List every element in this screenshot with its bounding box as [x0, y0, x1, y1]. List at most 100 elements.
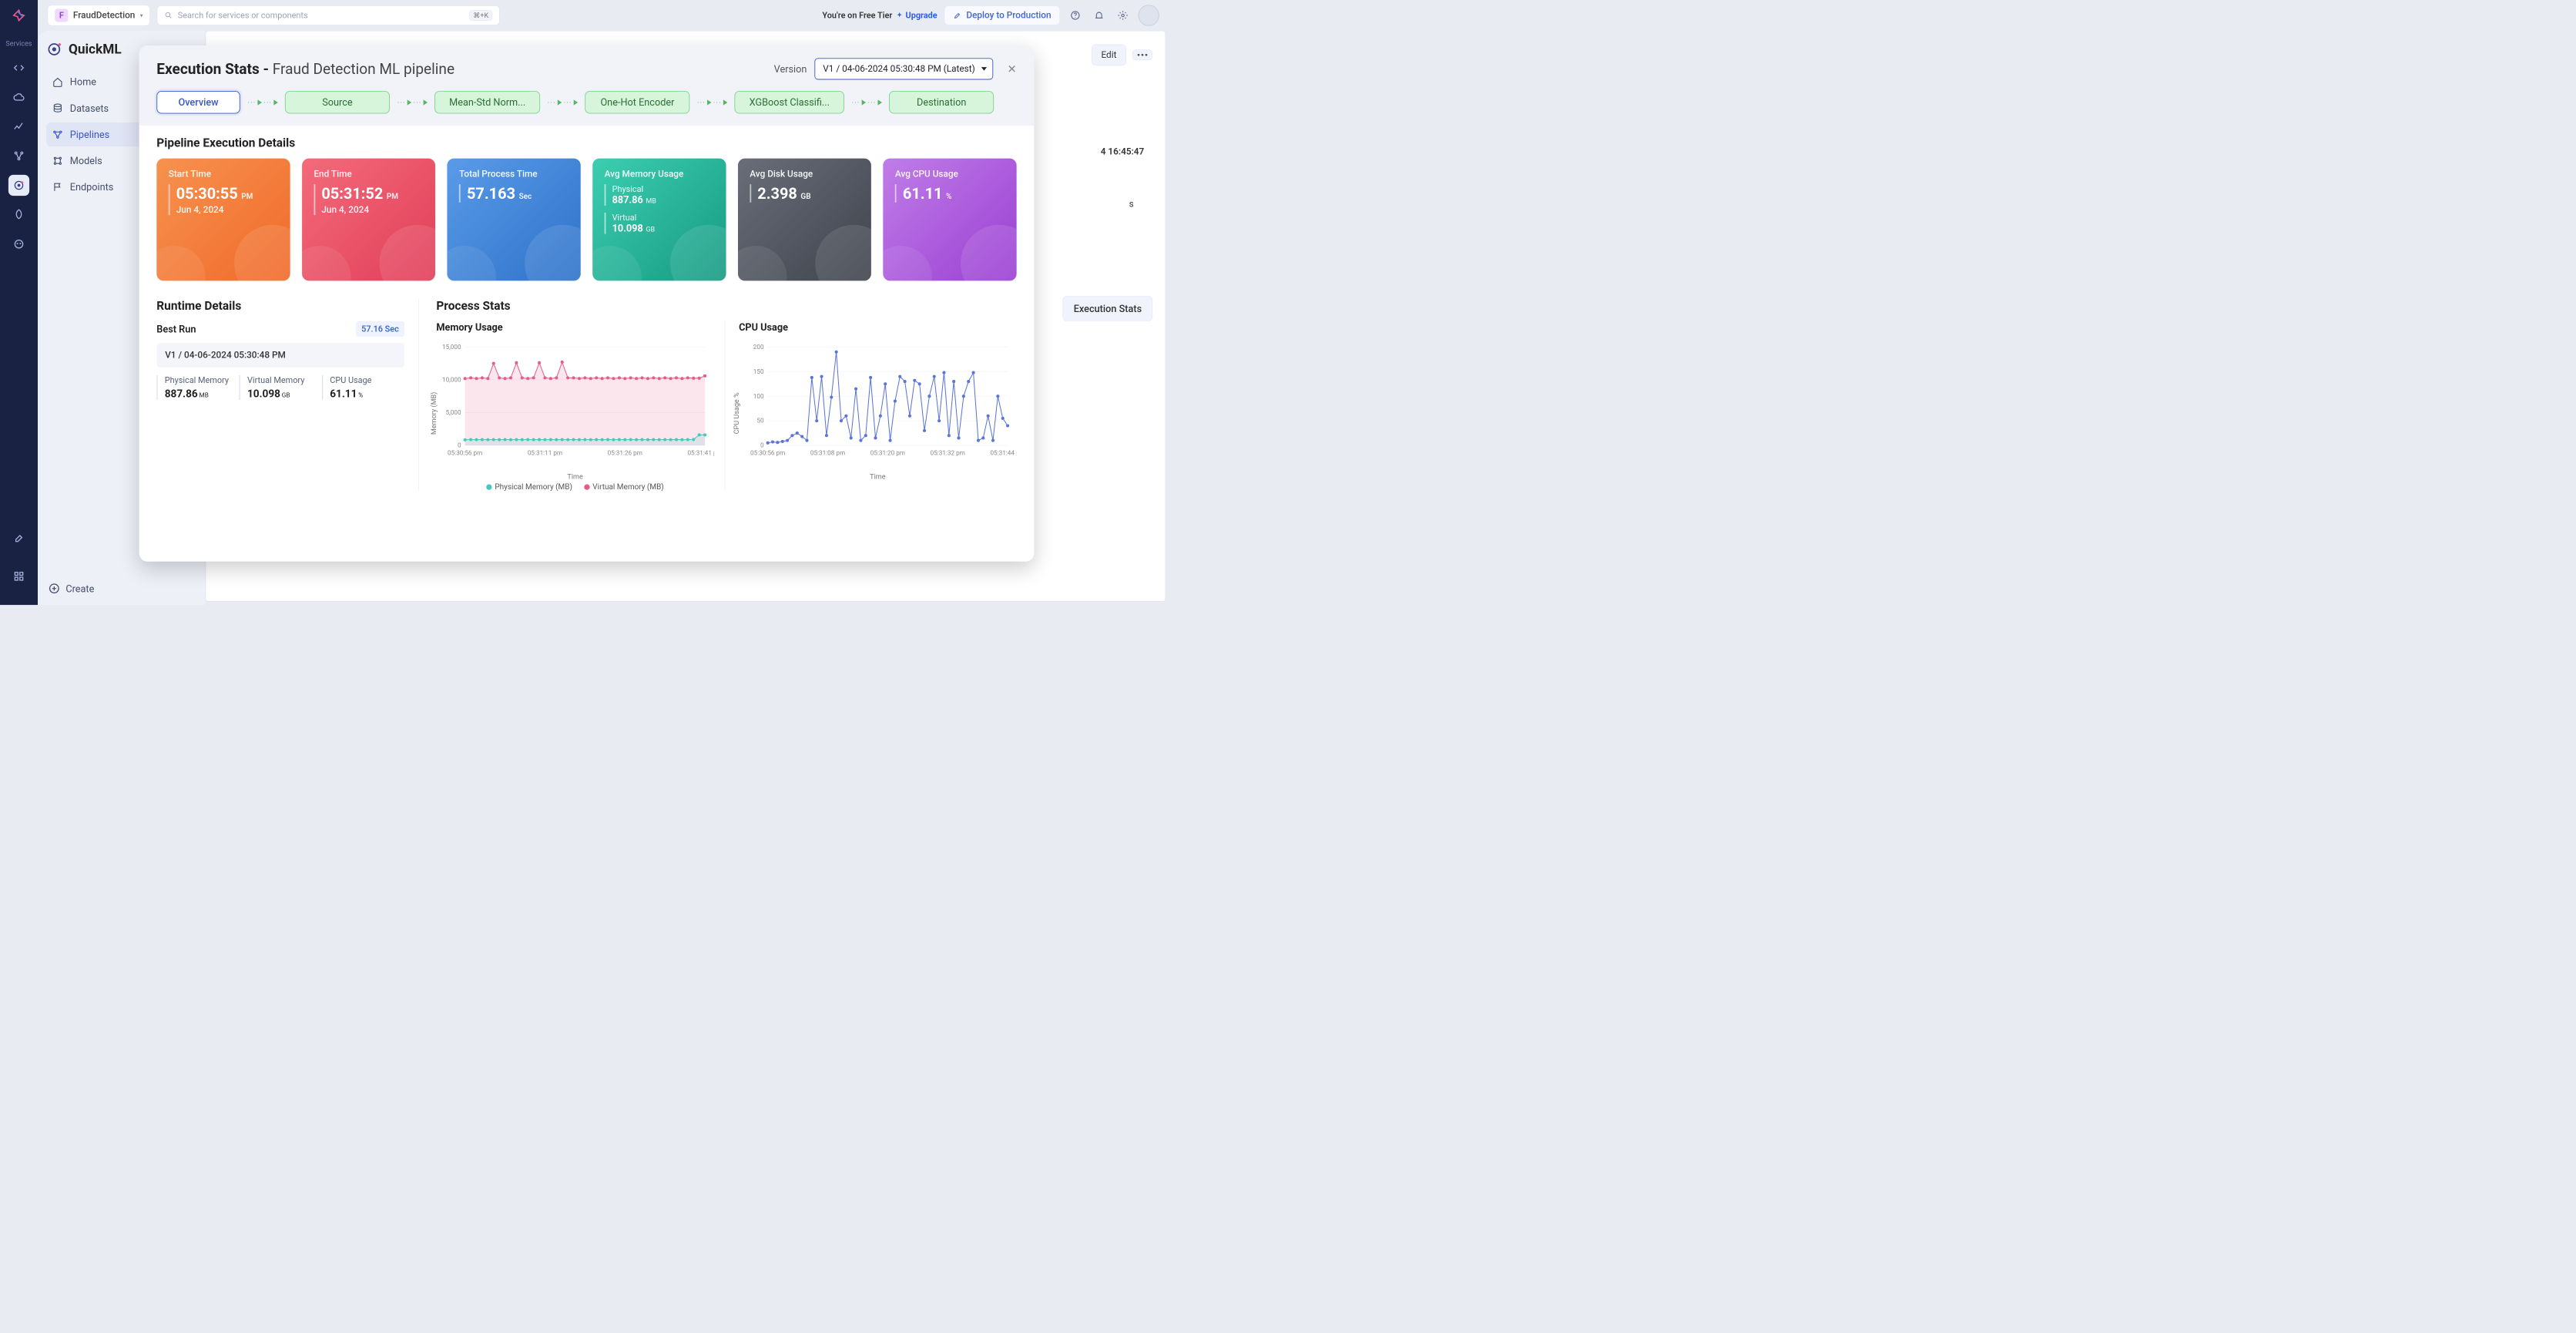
sidebar-item-label: Models [70, 155, 102, 166]
rail-apps-icon[interactable] [8, 566, 29, 586]
execution-stats-modal: Execution Stats - Fraud Detection ML pip… [139, 45, 1035, 562]
rail-tools-icon[interactable] [8, 528, 29, 549]
dots-icon [1137, 53, 1148, 56]
svg-text:05:31:08 pm: 05:31:08 pm [810, 448, 845, 456]
tier-indicator: You're on Free Tier Upgrade [822, 11, 937, 21]
help-icon[interactable] [1067, 7, 1084, 24]
rail-robot-icon[interactable] [8, 233, 29, 254]
bg-s: s [1129, 199, 1134, 210]
chevron-down-icon: ▾ [140, 12, 143, 19]
rocket-icon [953, 11, 962, 20]
card-end-time: End Time 05:31:52 PM Jun 4, 2024 [302, 159, 435, 281]
memory-usage-chart: Memory Usage Memory (MB) 05,00010,00015,… [436, 321, 725, 492]
project-switcher[interactable]: F FraudDetection ▾ [48, 5, 150, 25]
gear-icon[interactable] [1115, 7, 1132, 24]
bell-icon[interactable] [1091, 7, 1108, 24]
sidebar-item-label: Pipelines [70, 129, 109, 140]
chart-title-cpu: CPU Usage [739, 321, 1017, 333]
home-icon [52, 77, 63, 88]
svg-text:05:31:32 pm: 05:31:32 pm [930, 448, 964, 456]
svg-text:50: 50 [756, 417, 764, 425]
project-badge: F [55, 8, 68, 22]
chart-title-memory: Memory Usage [436, 321, 714, 333]
memory-legend: Physical Memory (MB) Virtual Memory (MB) [436, 482, 714, 491]
svg-text:0: 0 [760, 442, 764, 449]
svg-text:05:31:26 pm: 05:31:26 pm [608, 448, 642, 456]
plus-circle-icon [49, 583, 60, 594]
rail-code-icon[interactable] [8, 57, 29, 78]
deploy-button[interactable]: Deploy to Production [944, 5, 1060, 25]
metric-physical-memory: Physical Memory 887.86MB [156, 375, 239, 400]
search-input[interactable]: Search for services or components ⌘+K [157, 5, 500, 25]
best-run-row: Best Run 57.16 Sec [156, 321, 404, 337]
card-start-time: Start Time 05:30:55 PM Jun 4, 2024 [156, 159, 290, 281]
database-icon [52, 103, 63, 114]
rail-graph-icon[interactable] [8, 146, 29, 166]
stage-destination[interactable]: Destination [889, 91, 994, 113]
rail-ml-icon[interactable] [8, 175, 29, 196]
left-icon-rail: Services [0, 0, 38, 605]
runtime-details: Runtime Details Best Run 57.16 Sec V1 / … [156, 299, 418, 492]
stage-mean-std-norm[interactable]: Mean-Std Norm... [434, 91, 540, 113]
rail-cloud-icon[interactable] [8, 87, 29, 108]
create-button[interactable]: Create [49, 583, 95, 594]
avatar[interactable] [1139, 5, 1159, 25]
runtime-metrics: Physical Memory 887.86MB Virtual Memory … [156, 375, 404, 400]
rail-rocket-icon[interactable] [8, 204, 29, 225]
stage-xgboost-classifier[interactable]: XGBoost Classifi... [735, 91, 844, 113]
version-select[interactable]: V1 / 04-06-2024 05:30:48 PM (Latest) [814, 58, 993, 79]
search-placeholder: Search for services or components [178, 11, 308, 21]
section-title-process-stats: Process Stats [436, 299, 1016, 313]
card-avg-cpu: Avg CPU Usage 61.11 % [883, 159, 1016, 281]
card-total-process-time: Total Process Time 57.163 Sec [448, 159, 581, 281]
model-icon [52, 156, 63, 166]
bg-timestamp: 4 16:45:47 [1101, 146, 1145, 157]
svg-text:05:31:11 pm: 05:31:11 pm [528, 448, 562, 456]
sidebar-item-label: Endpoints [70, 181, 114, 193]
svg-text:05:30:56 pm: 05:30:56 pm [750, 448, 785, 456]
stats-cards: Start Time 05:30:55 PM Jun 4, 2024 End T… [156, 159, 1016, 281]
svg-text:05:31:20 pm: 05:31:20 pm [870, 448, 905, 456]
svg-text:05:31:44 pm: 05:31:44 pm [990, 448, 1016, 456]
close-icon[interactable]: ✕ [1007, 62, 1016, 76]
modal-title: Execution Stats - Fraud Detection ML pip… [156, 60, 454, 77]
sidebar-item-label: Datasets [70, 102, 109, 114]
stage-one-hot-encoder[interactable]: One-Hot Encoder [585, 91, 689, 113]
section-title-runtime: Runtime Details [156, 299, 404, 313]
sparkle-icon [896, 12, 904, 19]
top-bar: F FraudDetection ▾ Search for services o… [38, 0, 1169, 31]
svg-text:150: 150 [753, 368, 764, 375]
search-icon [164, 12, 173, 20]
section-title-pipeline-details: Pipeline Execution Details [156, 136, 1016, 150]
svg-text:0: 0 [458, 442, 461, 449]
cpu-chart-svg: 05010015020005:30:56 pm05:31:08 pm05:31:… [739, 339, 1017, 465]
project-name: FraudDetection [73, 10, 136, 21]
more-button[interactable] [1132, 49, 1152, 60]
rail-section-label: Services [5, 39, 32, 48]
version-label: Version [774, 63, 807, 75]
memory-chart-svg: 05,00010,00015,00005:30:56 pm05:31:11 pm… [436, 339, 714, 465]
pipeline-stage-tabs: Overview Source Mean-Std Norm... One-Hot… [156, 91, 1016, 115]
edit-button[interactable]: Edit [1092, 45, 1125, 65]
search-kbd: ⌘+K [469, 10, 492, 21]
rail-analytics-icon[interactable] [8, 116, 29, 137]
svg-text:15,000: 15,000 [442, 343, 461, 351]
upgrade-link[interactable]: Upgrade [896, 11, 937, 21]
product-logo-icon [9, 5, 29, 25]
flag-icon [52, 182, 63, 193]
svg-text:5,000: 5,000 [446, 408, 461, 416]
card-avg-memory: Avg Memory Usage Physical 887.86 MB Virt… [592, 159, 726, 281]
execution-stats-button[interactable]: Execution Stats [1063, 296, 1153, 321]
quickml-icon [46, 42, 62, 58]
metric-virtual-memory: Virtual Memory 10.098GB [240, 375, 322, 400]
best-run-label: Best Run [156, 324, 196, 335]
pipeline-icon [52, 129, 63, 140]
stage-source[interactable]: Source [285, 91, 390, 113]
tab-overview[interactable]: Overview [156, 91, 240, 113]
sidebar-item-label: Home [70, 76, 96, 88]
metric-cpu-usage: CPU Usage 61.11% [322, 375, 404, 400]
run-version-box[interactable]: V1 / 04-06-2024 05:30:48 PM [156, 343, 404, 368]
svg-text:10,000: 10,000 [442, 375, 461, 383]
cpu-usage-chart: CPU Usage CPU Usage % 05010015020005:30:… [739, 321, 1017, 492]
card-avg-disk: Avg Disk Usage 2.398 GB [738, 159, 871, 281]
